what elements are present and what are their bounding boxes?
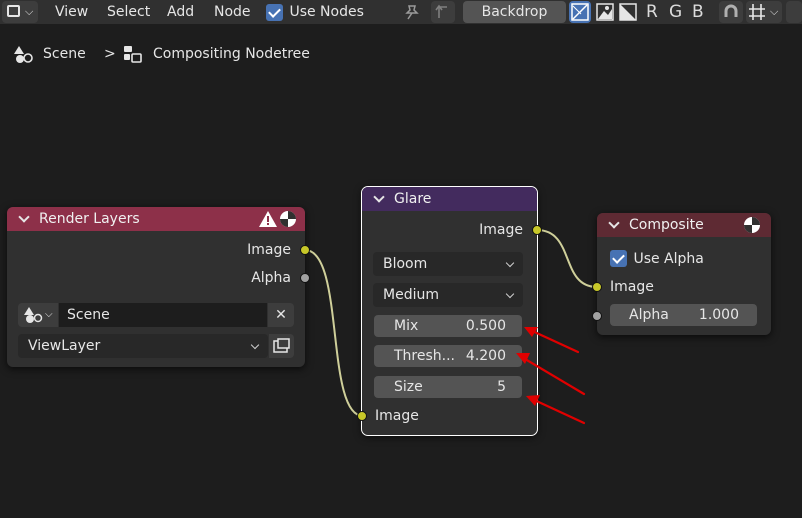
magnet-icon [724, 4, 738, 17]
clear-scene-button[interactable]: ✕ [268, 303, 294, 327]
overlay-button[interactable] [786, 1, 802, 23]
composite-header[interactable]: Composite [597, 213, 771, 237]
input-image-socket[interactable] [592, 282, 602, 292]
node-editor-icon [7, 5, 20, 17]
render-result-icon [273, 338, 290, 353]
menu-view[interactable]: View [55, 0, 88, 24]
node-editor-header: ⌵ View Select Add Node Use Nodes Backdro… [0, 0, 802, 24]
arrow-up-icon [435, 4, 447, 18]
input-image-label: Image [375, 408, 419, 424]
output-image-label: Image [479, 222, 523, 238]
glare-title: Glare [394, 191, 432, 207]
arrow-to-size [528, 396, 586, 425]
chevron-down-icon [250, 340, 260, 350]
use-alpha-toggle[interactable]: Use Alpha [610, 250, 704, 268]
glare-type-value: Bloom [383, 256, 428, 272]
mix-label: Mix [394, 318, 419, 334]
alpha-value: 1.000 [698, 307, 739, 323]
scene-icon [14, 46, 33, 63]
link-render-glare [304, 249, 364, 417]
menu-node[interactable]: Node [214, 0, 251, 24]
use-nodes-toggle[interactable]: Use Nodes [266, 0, 364, 24]
alpha-icon [619, 3, 637, 21]
collapse-chevron-icon[interactable] [373, 191, 385, 203]
collapse-chevron-icon[interactable] [18, 211, 30, 223]
alpha-label: Alpha [629, 307, 669, 323]
chevron-down-icon: ⌵ [45, 309, 53, 320]
output-alpha-label: Alpha [251, 270, 291, 286]
quality-value: Medium [383, 287, 439, 303]
backdrop-toggle[interactable]: Backdrop [463, 1, 566, 23]
backdrop-alpha-button[interactable] [617, 1, 639, 23]
render-layers-node[interactable]: Render Layers Image Alpha ⌵ Scene ✕ View… [7, 207, 310, 367]
pin-icon [405, 5, 419, 20]
glare-header[interactable]: Glare [362, 187, 537, 211]
view-layer-value: ViewLayer [28, 338, 101, 354]
input-image-socket[interactable] [357, 411, 367, 421]
breadcrumb-scene: Scene [43, 46, 86, 62]
output-image-socket[interactable] [300, 245, 310, 255]
view-layer-browse-button[interactable] [269, 334, 294, 358]
channel-g-button[interactable]: G [669, 0, 682, 24]
alpha-field[interactable]: Alpha 1.000 [610, 304, 757, 326]
use-nodes-checkbox[interactable] [266, 3, 283, 21]
use-nodes-label: Use Nodes [289, 4, 364, 20]
glare-node[interactable]: Glare Image Bloom Medium Mix 0.500 Thres… [357, 186, 542, 436]
mix-field[interactable]: Mix 0.500 [374, 315, 522, 337]
threshold-label: Thresh... [394, 348, 456, 364]
input-alpha-socket[interactable] [592, 311, 602, 321]
use-alpha-label: Use Alpha [633, 250, 704, 267]
backdrop-color-alpha-button[interactable] [594, 1, 616, 23]
image-alpha-icon [596, 3, 614, 21]
breadcrumb-nodetree: Compositing Nodetree [153, 46, 310, 62]
link-glare-composite [536, 229, 598, 288]
warning-icon [259, 211, 277, 227]
breadcrumb-separator: > [104, 46, 116, 62]
render-icon [280, 211, 296, 227]
input-image-label: Image [610, 279, 654, 295]
output-image-socket[interactable] [532, 225, 542, 235]
threshold-value: 4.200 [465, 348, 506, 364]
pin-button[interactable] [400, 1, 424, 23]
scene-name-field[interactable]: Scene [59, 303, 267, 327]
chevron-down-icon [505, 258, 515, 268]
menu-add[interactable]: Add [167, 0, 194, 24]
render-layers-header[interactable]: Render Layers [7, 207, 305, 231]
threshold-field[interactable]: Thresh... 4.200 [374, 345, 522, 367]
scene-type-dropdown[interactable]: ⌵ [18, 303, 58, 327]
editor-type-button[interactable]: ⌵ [2, 1, 38, 23]
snap-toggle[interactable] [719, 1, 743, 23]
size-label: Size [394, 379, 423, 395]
scene-icon [24, 307, 43, 323]
channel-b-button[interactable]: B [692, 0, 704, 24]
close-icon: ✕ [275, 307, 287, 323]
grid-icon [749, 4, 765, 20]
chevron-down-icon: ⌵ [25, 5, 34, 18]
output-alpha-socket[interactable] [300, 273, 310, 283]
chevron-down-icon: ⌵ [770, 5, 779, 18]
quality-dropdown[interactable]: Medium [373, 283, 523, 307]
mix-value: 0.500 [465, 318, 506, 334]
image-rgb-icon [571, 3, 589, 21]
snap-target-dropdown[interactable]: ⌵ [746, 1, 782, 23]
size-value: 5 [497, 379, 506, 395]
chevron-down-icon [505, 289, 515, 299]
render-icon [744, 217, 760, 233]
output-image-label: Image [247, 242, 291, 258]
parent-nodetree-button[interactable] [431, 1, 455, 23]
composite-title: Composite [629, 217, 704, 233]
collapse-chevron-icon[interactable] [608, 217, 620, 229]
backdrop-color-button[interactable] [569, 1, 591, 23]
nodetree-icon [124, 46, 142, 63]
use-alpha-checkbox[interactable] [610, 250, 627, 267]
menu-select[interactable]: Select [107, 0, 150, 24]
glare-type-dropdown[interactable]: Bloom [373, 252, 523, 276]
composite-node[interactable]: Composite Use Alpha Image Alpha 1.000 [592, 213, 771, 335]
render-layers-title: Render Layers [39, 211, 140, 227]
channel-r-button[interactable]: R [646, 0, 658, 24]
size-field[interactable]: Size 5 [374, 376, 522, 398]
view-layer-dropdown[interactable]: ViewLayer [18, 334, 268, 358]
